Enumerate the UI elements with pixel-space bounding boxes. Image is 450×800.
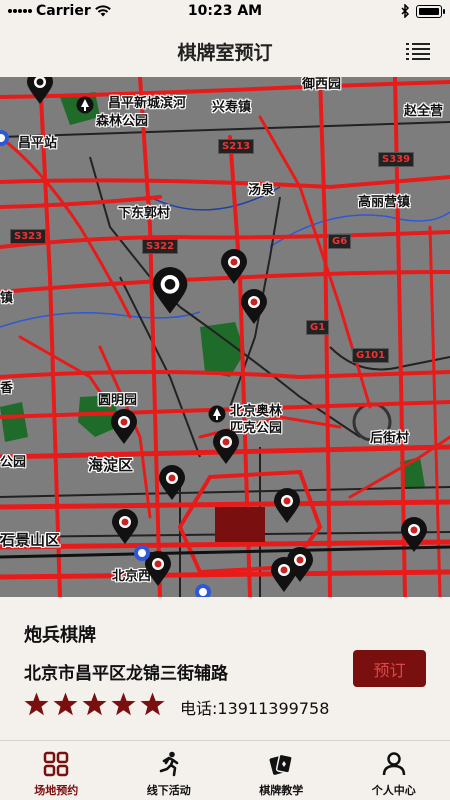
map-label-zhen: 镇 xyxy=(0,291,14,306)
book-button[interactable]: 预订 xyxy=(353,650,426,687)
map-label-xiang: 香 xyxy=(0,381,14,396)
venue-info-panel: 炮兵棋牌 北京市昌平区龙锦三街辅路 预订 电话:13911399758 xyxy=(0,597,450,740)
star-icon xyxy=(24,692,49,716)
grid-icon xyxy=(44,751,69,777)
star-icon xyxy=(53,692,78,716)
tab-label: 线下活动 xyxy=(146,784,191,797)
park-icon xyxy=(76,96,94,114)
park-icon xyxy=(208,405,226,423)
map-view[interactable]: 昌平新城滨河 森林公园 兴寿镇 赵全营 御西园 昌平站 汤泉 高丽营镇 下东郭村… xyxy=(0,77,450,597)
bluetooth-icon xyxy=(401,4,410,18)
map-label-senlin-gongyuan: 森林公园 xyxy=(96,114,149,129)
map-label-xingshou: 兴寿镇 xyxy=(212,100,252,115)
tab-label: 个人中心 xyxy=(371,784,416,797)
status-right xyxy=(401,4,445,18)
road-sign-s339: S339 xyxy=(378,152,415,167)
venue-pin[interactable] xyxy=(240,289,268,325)
road-sign-s213: S213 xyxy=(218,139,255,154)
battery-icon xyxy=(416,4,445,18)
tab-offline-activity[interactable]: 线下活动 xyxy=(113,741,226,800)
venue-name: 炮兵棋牌 xyxy=(24,625,96,646)
map-label-xiaotang: 汤泉 xyxy=(248,183,275,198)
map-label-changping-station: 昌平站 xyxy=(18,136,58,151)
status-time: 10:23 AM xyxy=(187,3,263,19)
star-icon xyxy=(111,692,136,716)
map-label-gongyuan: 公园 xyxy=(0,455,27,470)
tab-venue-booking[interactable]: 场地预约 xyxy=(0,741,113,800)
star-icon xyxy=(140,692,165,716)
venue-pin[interactable] xyxy=(400,517,428,553)
venue-pin[interactable] xyxy=(270,557,298,593)
star-icon xyxy=(82,692,107,716)
venue-pin[interactable] xyxy=(158,465,186,501)
road-sign-s322: S322 xyxy=(142,239,179,254)
cards-icon xyxy=(269,753,294,775)
map-label-haidian: 海淀区 xyxy=(88,456,134,474)
tab-label: 棋牌教学 xyxy=(259,784,304,797)
map-label-yuhecheng: 御西园 xyxy=(302,77,342,92)
venue-pin[interactable] xyxy=(111,509,139,545)
venue-rating xyxy=(24,692,165,716)
venue-pin[interactable] xyxy=(212,429,240,465)
tab-label: 场地预约 xyxy=(34,784,79,797)
venue-pin[interactable] xyxy=(26,77,54,105)
runner-icon xyxy=(159,751,179,777)
venue-phone[interactable]: 电话:13911399758 xyxy=(180,695,329,719)
tab-bar: 场地预约 线下活动 棋牌教学 个人中心 xyxy=(0,740,450,800)
nav-bar: 棋牌室预订 xyxy=(0,24,450,77)
venue-address: 北京市昌平区龙锦三街辅路 xyxy=(24,664,228,684)
road-sign-g101: G101 xyxy=(352,348,390,363)
list-icon[interactable] xyxy=(406,42,430,60)
road-sign-g1: G1 xyxy=(306,320,330,335)
subway-icon xyxy=(134,545,150,561)
user-icon xyxy=(382,752,405,776)
road-sign-s323: S323 xyxy=(10,229,47,244)
map-label-zhaoquanying: 赵全营 xyxy=(404,104,444,119)
venue-pin[interactable] xyxy=(150,267,190,315)
map-label-changping-xincheng: 昌平新城滨河 xyxy=(108,96,187,111)
tab-game-teaching[interactable]: 棋牌教学 xyxy=(225,741,338,800)
map-label-yuanmingyuan: 圆明园 xyxy=(98,393,138,408)
map-label-houjiacun: 后街村 xyxy=(370,431,410,446)
venue-pin[interactable] xyxy=(110,409,138,445)
subway-icon xyxy=(0,130,9,146)
subway-icon xyxy=(195,584,211,597)
tab-personal-center[interactable]: 个人中心 xyxy=(338,741,450,800)
map-label-gaoliying: 高丽营镇 xyxy=(358,195,411,210)
map-label-xiadongguo: 下东郭村 xyxy=(118,206,171,221)
map-label-shijingshan: 石景山区 xyxy=(0,531,61,549)
venue-pin[interactable] xyxy=(273,488,301,524)
venue-pin[interactable] xyxy=(220,249,248,285)
road-sign-g6: G6 xyxy=(328,234,352,249)
status-bar: Carrier 10:23 AM xyxy=(0,0,450,24)
page-title: 棋牌室预订 xyxy=(177,42,273,64)
